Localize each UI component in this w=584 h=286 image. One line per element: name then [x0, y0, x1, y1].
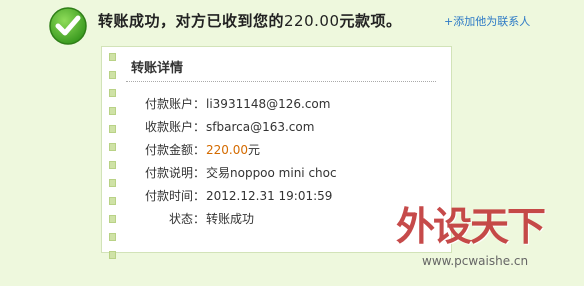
note-value: 交易noppoo mini choc [206, 166, 337, 180]
amount-number: 220.00 [206, 143, 248, 157]
detail-row-payee: 收款账户： sfbarca@163.com [102, 116, 451, 139]
status-value: 转账成功 [206, 212, 255, 226]
card-divider [126, 81, 436, 82]
add-contact-link[interactable]: +添加他为联系人 [444, 13, 530, 29]
status-label: 状态： [168, 212, 205, 226]
payee-value: sfbarca@163.com [206, 120, 315, 134]
watermark-url: www.pcwaishe.cn [422, 254, 529, 268]
site-watermark: 外设天下 www.pcwaishe.cn [396, 196, 584, 276]
payee-label: 收款账户： [144, 120, 205, 134]
success-headline: 转账成功，对方已收到您的220.00元款项。 [98, 10, 402, 30]
payer-label: 付款账户： [144, 97, 205, 111]
headline-text-1: 转账成功，对方已收到您的 [98, 12, 285, 30]
detail-row-amount: 付款金额： 220.00元 [102, 139, 451, 162]
headline-amount: 220.00 [284, 12, 340, 30]
note-label: 付款说明： [144, 166, 205, 180]
watermark-logo: 外设天下 [396, 205, 546, 250]
detail-row-payer: 付款账户： li3931148@126.com [102, 93, 451, 116]
headline-text-2: 元款项。 [339, 12, 402, 30]
payer-value: li3931148@126.com [206, 97, 331, 111]
amount-unit: 元 [248, 143, 261, 157]
card-title: 转账详情 [131, 61, 184, 76]
time-value: 2012.12.31 19:01:59 [206, 189, 333, 203]
success-check-icon [49, 7, 87, 45]
amount-label: 付款金额： [144, 143, 205, 157]
amount-value: 220.00元 [206, 139, 260, 162]
time-label: 付款时间： [144, 189, 205, 203]
detail-row-note: 付款说明： 交易noppoo mini choc [102, 162, 451, 185]
